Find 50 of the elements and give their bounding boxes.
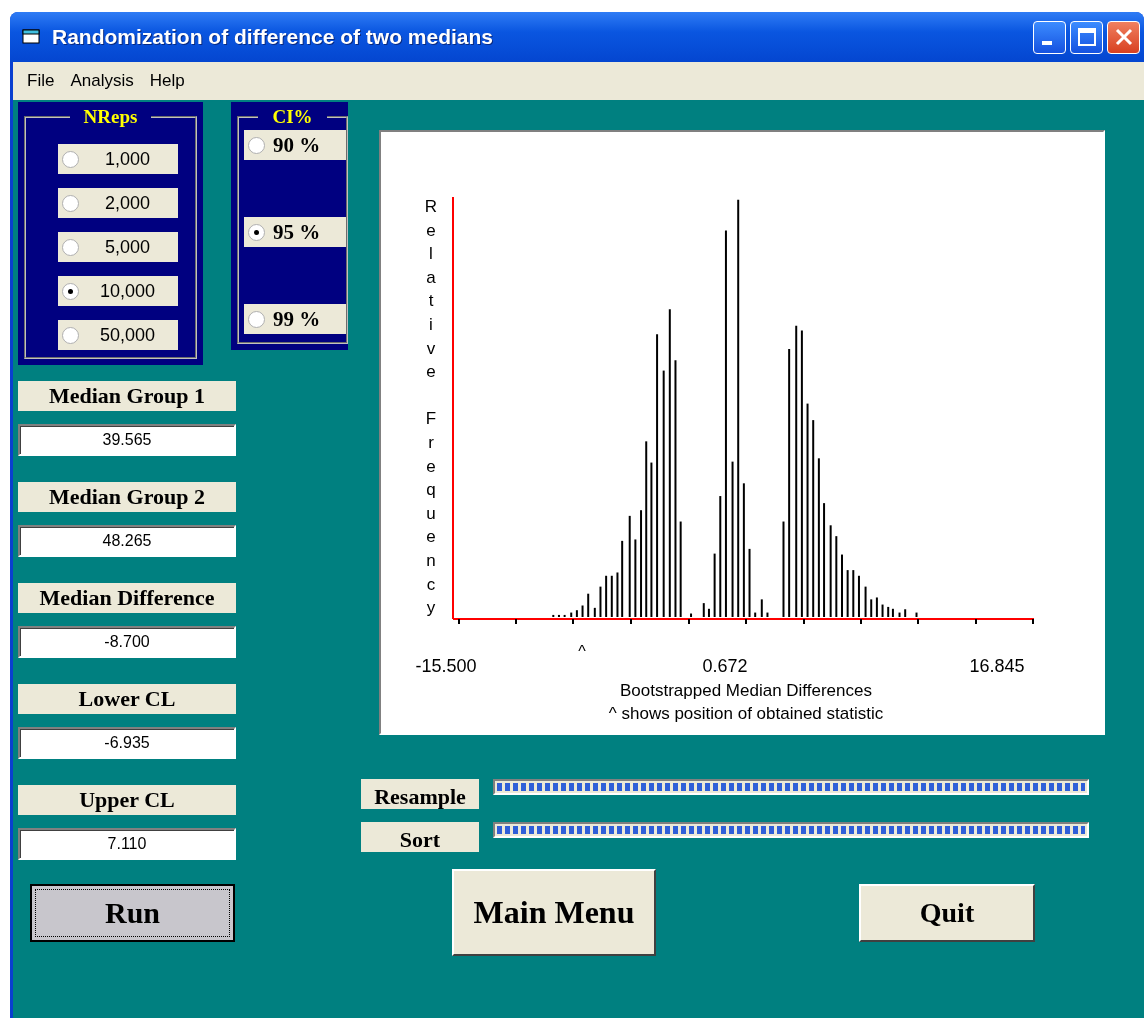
x-axis-label: Bootstrapped Median Differences (620, 681, 872, 700)
value-field[interactable]: 48.265 (18, 525, 236, 557)
close-button[interactable] (1107, 20, 1140, 54)
radio-option[interactable]: 1,000 (58, 144, 178, 174)
x-tick-label: 0.672 (702, 656, 748, 676)
window-title: Randomization of difference of two medians (52, 25, 495, 49)
radio-icon[interactable] (248, 136, 265, 154)
radio-icon[interactable] (248, 223, 265, 241)
action-button[interactable]: Quit (859, 883, 1035, 942)
progress-label: Sort (361, 822, 479, 852)
radio-icon[interactable] (62, 194, 79, 212)
value-field[interactable]: -6.935 (18, 727, 236, 759)
x-tick-label: -15.500 (415, 656, 477, 676)
stat-label: Median Difference (18, 583, 236, 613)
panel-title: CI% (271, 110, 314, 124)
radio-option[interactable]: 50,000 (58, 320, 178, 350)
stat-label: Median Group 2 (18, 482, 236, 512)
stat-label: Median Group 1 (18, 381, 236, 411)
radio-option[interactable]: 99 % (244, 304, 346, 334)
action-button[interactable]: Main Menu (452, 869, 656, 956)
action-button[interactable]: Run (30, 883, 235, 942)
value-field[interactable]: -8.700 (18, 626, 236, 658)
radio-option[interactable]: 5,000 (58, 232, 178, 262)
close-icon (1113, 27, 1134, 47)
y-axis-label: Relative Frequency (424, 197, 438, 618)
value-field[interactable]: 7.110 (18, 828, 236, 860)
maximize-icon (1076, 27, 1097, 47)
radio-option[interactable]: 2,000 (58, 188, 178, 218)
maximize-button[interactable] (1070, 20, 1103, 54)
radio-icon[interactable] (62, 326, 79, 344)
value-field[interactable]: 39.565 (18, 424, 236, 456)
menu-item[interactable]: File (19, 71, 63, 91)
chart-note: ^ shows position of obtained statistic (608, 704, 884, 723)
x-tick-label: 16.845 (969, 656, 1025, 676)
radio-option[interactable]: 10,000 (58, 276, 178, 306)
menu-item[interactable]: Analysis (62, 71, 142, 91)
menu-item[interactable]: Help (141, 71, 193, 91)
window-icon (22, 28, 42, 46)
radio-icon[interactable] (62, 238, 79, 256)
stat-label: Lower CL (18, 684, 236, 714)
minimize-button[interactable] (1033, 20, 1066, 54)
minimize-icon (1041, 41, 1052, 45)
radio-option[interactable]: 95 % (244, 217, 346, 247)
radio-option[interactable]: 90 % (244, 130, 346, 160)
statistic-marker: ^ (578, 643, 586, 660)
radio-icon[interactable] (62, 282, 79, 300)
progress-label: Resample (361, 779, 479, 809)
stat-label: Upper CL (18, 785, 236, 815)
radio-icon[interactable] (62, 150, 79, 168)
radio-icon[interactable] (248, 310, 265, 328)
